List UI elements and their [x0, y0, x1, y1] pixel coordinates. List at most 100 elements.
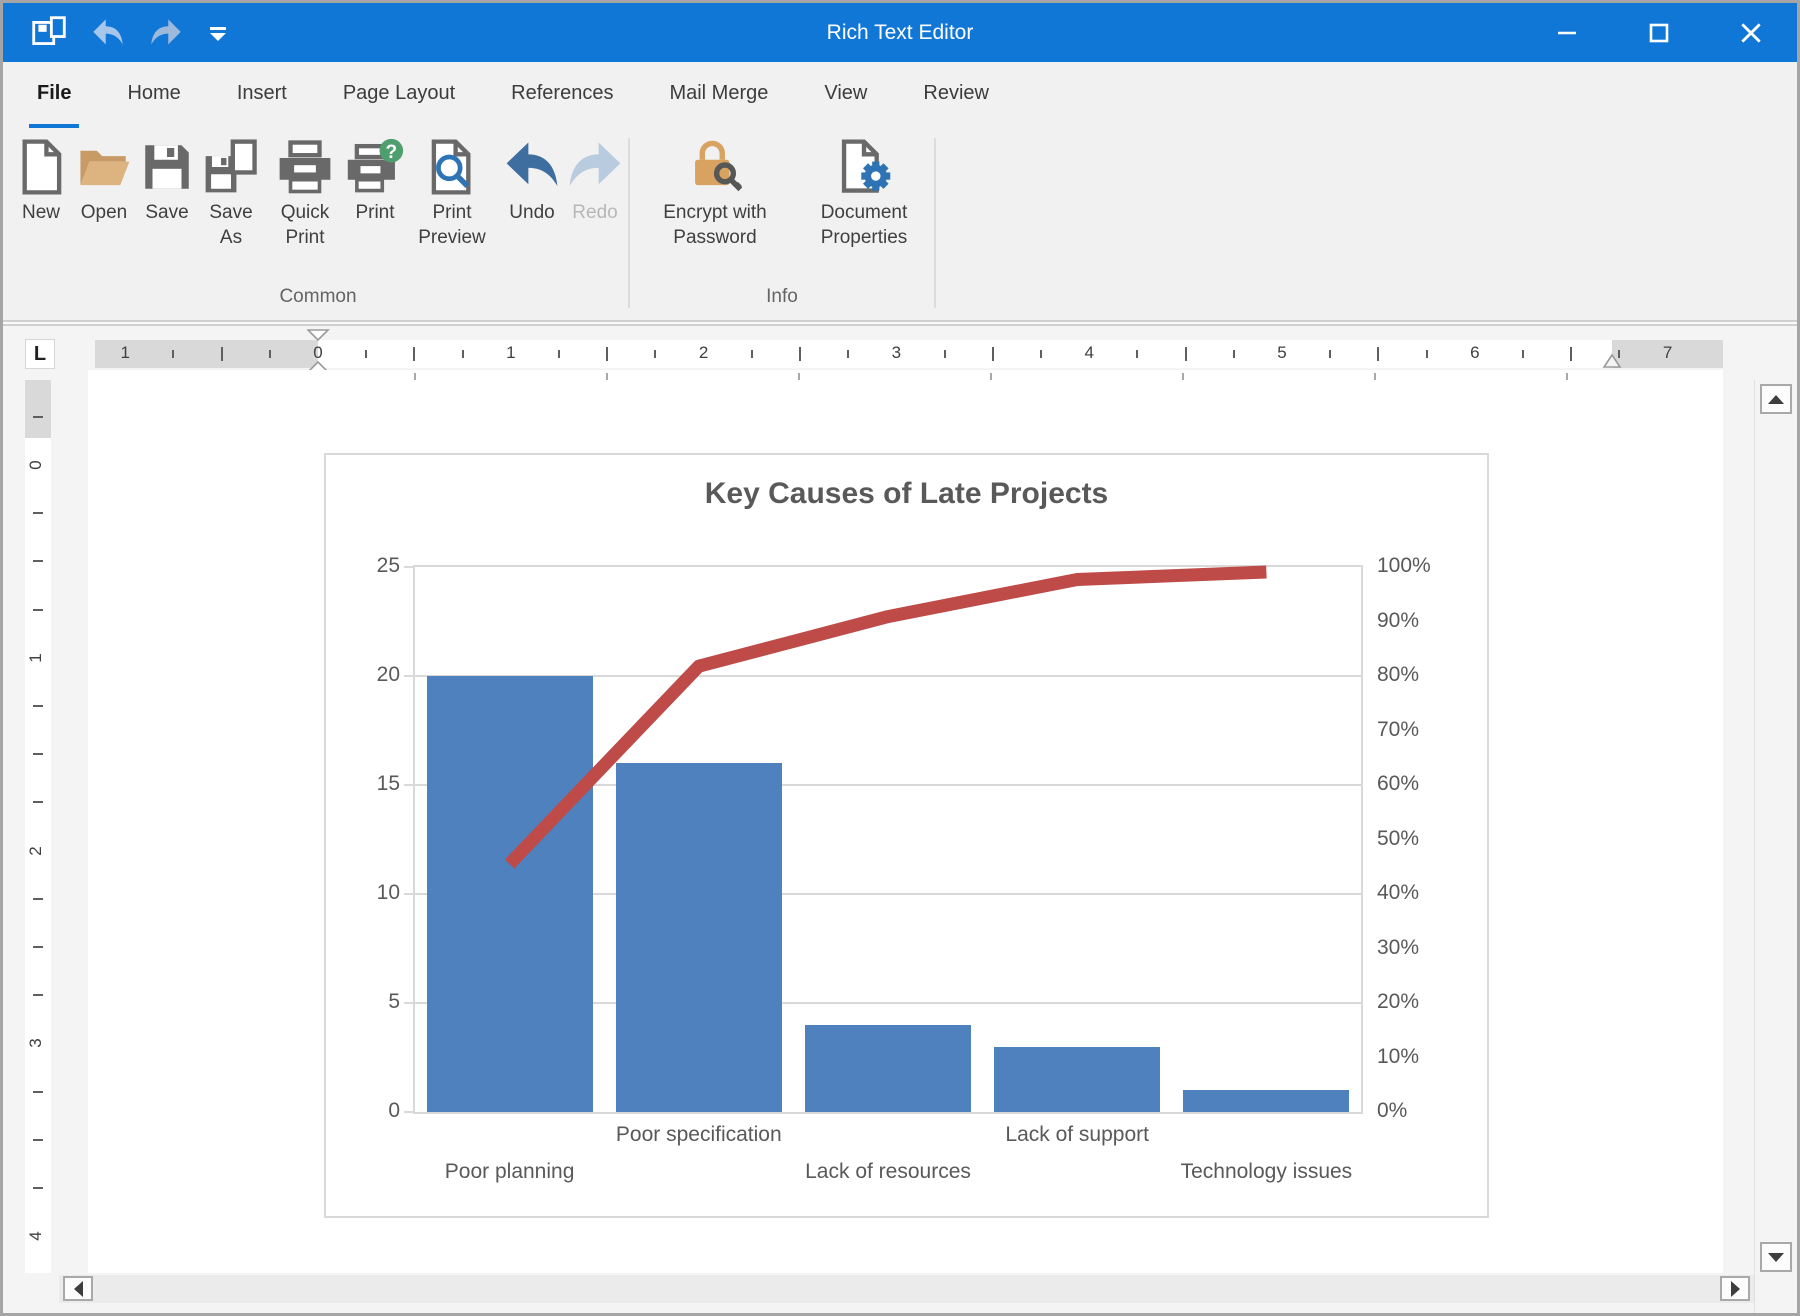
new-document-icon: [12, 138, 70, 196]
tab-page-layout[interactable]: Page Layout: [335, 62, 463, 128]
left-axis-label: 5: [340, 990, 400, 1014]
left-axis-tick: [404, 675, 413, 677]
vertical-scrollbar[interactable]: [1754, 380, 1797, 1313]
save-as-button[interactable]: Save As: [197, 136, 265, 252]
cumulative-line: [415, 567, 1361, 1112]
category-label: Poor planning: [445, 1160, 575, 1184]
tab-stop-tick: [414, 373, 416, 380]
ruler-number: 6: [1463, 343, 1487, 363]
ruler-tick: [33, 416, 43, 418]
ribbon-tab-bar: File Home Insert Page Layout References …: [3, 62, 1797, 128]
ruler-tick: [413, 347, 415, 361]
customize-toolbar-dropdown-icon[interactable]: [205, 21, 231, 45]
scroll-right-button[interactable]: [1720, 1276, 1750, 1301]
new-button[interactable]: New: [11, 136, 71, 227]
minimize-button[interactable]: [1521, 3, 1613, 62]
left-arrow-icon: [74, 1281, 83, 1297]
ruler-number: 1: [26, 646, 50, 670]
print-preview-button[interactable]: Print Preview: [405, 136, 499, 252]
save-button[interactable]: Save: [137, 136, 197, 227]
app-window: Rich Text Editor File Home Insert Page L…: [0, 0, 1800, 1316]
button-label: Print Preview: [407, 200, 497, 250]
horizontal-ruler: 101234567: [95, 340, 1723, 368]
encrypt-with-password-button[interactable]: Encrypt with Password: [633, 136, 797, 252]
tab-stop-tick: [606, 373, 608, 380]
quick-access-toolbar: [3, 14, 231, 52]
ruler-tick: [33, 753, 43, 755]
right-axis-label: 0%: [1377, 1099, 1407, 1123]
ruler-number: 1: [499, 343, 523, 363]
ruler-tick: [33, 1187, 43, 1189]
undo-button[interactable]: Undo: [499, 136, 565, 227]
tab-stop-tick: [990, 373, 992, 380]
right-axis-label: 40%: [1377, 881, 1419, 905]
maximize-button[interactable]: [1613, 3, 1705, 62]
save-icon: [138, 138, 196, 196]
tab-stop-tick: [1374, 373, 1376, 380]
undo-icon[interactable]: [89, 16, 127, 50]
ruler-top-margin-zone: [25, 380, 51, 438]
ruler-tick: [1233, 350, 1235, 358]
ruler-tick: [33, 512, 43, 514]
right-margin-marker[interactable]: [1602, 352, 1624, 370]
button-label: Encrypt with Password: [635, 200, 795, 250]
left-axis-label: 15: [340, 772, 400, 796]
button-label: Print: [355, 200, 394, 225]
print-button[interactable]: ? Print: [345, 136, 405, 227]
left-axis-label: 10: [340, 881, 400, 905]
scroll-down-button[interactable]: [1760, 1242, 1792, 1272]
tab-stop-selector[interactable]: L: [25, 339, 55, 369]
redo-icon: [566, 138, 624, 196]
open-button[interactable]: Open: [71, 136, 137, 227]
button-label: Document Properties: [799, 200, 929, 250]
left-axis-label: 25: [340, 554, 400, 578]
button-label: New: [22, 200, 60, 225]
ruler-tick: [1185, 347, 1187, 361]
group-label-common: Common: [11, 286, 625, 312]
tab-review[interactable]: Review: [915, 62, 997, 128]
tab-file[interactable]: File: [29, 62, 79, 128]
quick-print-icon: [276, 138, 334, 196]
chart-object[interactable]: Key Causes of Late Projects 252015105010…: [324, 453, 1489, 1218]
tab-references[interactable]: References: [503, 62, 621, 128]
ruler-tick: [33, 705, 43, 707]
right-axis-label: 90%: [1377, 609, 1419, 633]
tab-insert[interactable]: Insert: [229, 62, 295, 128]
redo-icon[interactable]: [147, 16, 185, 50]
scroll-left-button[interactable]: [63, 1276, 93, 1301]
ruler-tick: [33, 1091, 43, 1093]
close-button[interactable]: [1705, 3, 1797, 62]
tab-stop-tick: [1566, 373, 1568, 380]
redo-button[interactable]: Redo: [565, 136, 625, 227]
ruler-tick: [33, 898, 43, 900]
ruler-tick: [33, 1139, 43, 1141]
ruler-tick: [365, 350, 367, 358]
ruler-tick: [33, 946, 43, 948]
tab-view[interactable]: View: [816, 62, 875, 128]
ruler-tick: [1329, 350, 1331, 358]
button-label: Redo: [572, 200, 617, 225]
scroll-up-button[interactable]: [1760, 384, 1792, 414]
ruler-tick: [33, 801, 43, 803]
tab-mail-merge[interactable]: Mail Merge: [661, 62, 776, 128]
right-axis-label: 30%: [1377, 936, 1419, 960]
horizontal-scrollbar[interactable]: [59, 1275, 1754, 1303]
lock-key-icon: [686, 138, 744, 196]
save-as-icon: [202, 138, 260, 196]
group-label-info: Info: [633, 286, 931, 312]
category-label: Lack of resources: [805, 1160, 971, 1184]
app-save-icon[interactable]: [29, 14, 69, 52]
right-axis-label: 60%: [1377, 772, 1419, 796]
quick-print-button[interactable]: Quick Print: [265, 136, 345, 252]
ruler-tick: [1426, 350, 1428, 358]
right-axis-label: 20%: [1377, 990, 1419, 1014]
button-label: Save: [145, 200, 188, 225]
ribbon-group-separator: [628, 138, 630, 308]
document-properties-button[interactable]: Document Properties: [797, 136, 931, 252]
ruler-tick: [992, 347, 994, 361]
tab-home[interactable]: Home: [119, 62, 188, 128]
right-axis-label: 100%: [1377, 554, 1431, 578]
left-axis-tick: [404, 784, 413, 786]
left-axis-tick: [404, 893, 413, 895]
left-axis-label: 20: [340, 663, 400, 687]
